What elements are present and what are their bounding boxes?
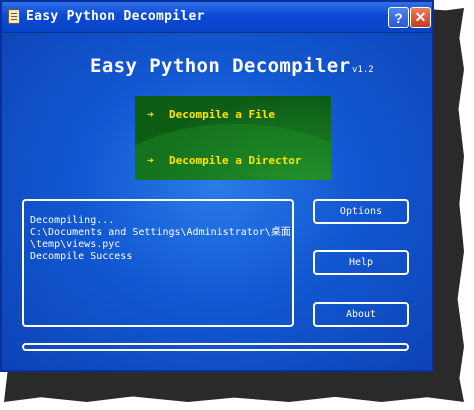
actions-panel: ➜ Decompile a File ➜ Decompile a Directo… bbox=[135, 96, 331, 180]
window-title: Easy Python Decompiler bbox=[26, 9, 205, 24]
help-titlebar-button[interactable]: ? bbox=[388, 7, 409, 28]
client-area: Easy Python Decompiler v1.2 ➜ Decompile … bbox=[2, 33, 432, 370]
notepad-icon bbox=[8, 9, 20, 24]
log-line: \temp\views.pyc bbox=[30, 239, 121, 250]
about-button[interactable]: About bbox=[313, 302, 409, 327]
arrow-right-icon: ➜ bbox=[147, 154, 154, 167]
log-line: Decompiling... bbox=[30, 215, 115, 226]
decompile-directory-label: Decompile a Director bbox=[169, 154, 302, 167]
version-label: v1.2 bbox=[352, 65, 374, 75]
log-line: C:\Documents and Settings\Administrator\… bbox=[30, 227, 291, 238]
decompile-file-label: Decompile a File bbox=[169, 108, 275, 121]
log-output[interactable]: Decompiling... C:\Documents and Settings… bbox=[22, 199, 294, 327]
close-button[interactable]: ✕ bbox=[410, 7, 431, 28]
title-bar[interactable]: Easy Python Decompiler ? ✕ bbox=[2, 2, 432, 33]
decompile-file-link[interactable]: ➜ Decompile a File bbox=[147, 108, 275, 121]
panel-decoration bbox=[135, 124, 331, 180]
decompile-directory-link[interactable]: ➜ Decompile a Director bbox=[147, 154, 301, 167]
help-button[interactable]: Help bbox=[313, 250, 409, 275]
options-button[interactable]: Options bbox=[313, 199, 409, 224]
arrow-right-icon: ➜ bbox=[147, 108, 154, 121]
app-name-heading: Easy Python Decompiler bbox=[90, 55, 351, 77]
decompiler-window: Easy Python Decompiler ? ✕ Easy Python D… bbox=[0, 0, 434, 372]
progress-bar bbox=[22, 343, 409, 351]
log-line: Decompile Success bbox=[30, 251, 133, 262]
